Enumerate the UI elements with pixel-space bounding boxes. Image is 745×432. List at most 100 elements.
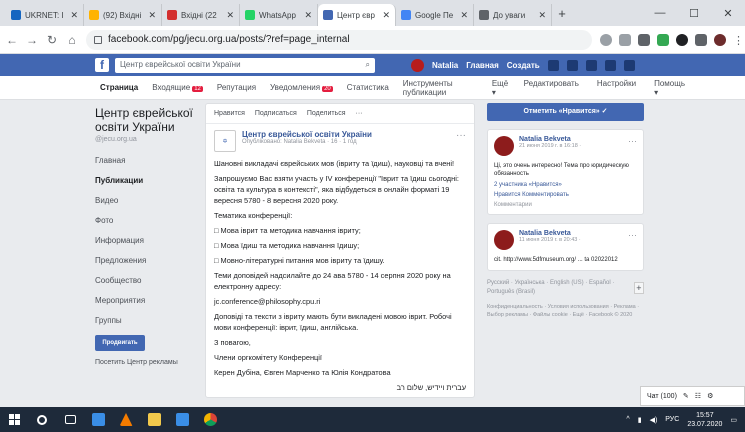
page-tab[interactable]: Уведомления 20 xyxy=(270,83,333,92)
network-icon[interactable]: ▮ xyxy=(638,416,642,424)
url-field[interactable]: facebook.com/pg/jecu.org.ua/posts/?ref=p… xyxy=(86,29,592,50)
close-tab-icon[interactable]: ✕ xyxy=(382,10,390,21)
card-author[interactable]: Natalia Bekveta xyxy=(519,136,581,143)
browser-tab[interactable]: Центр євр ✕ xyxy=(318,4,396,26)
user-name-link[interactable]: Natalia xyxy=(432,61,458,70)
search-icon[interactable]: ⌕ xyxy=(366,60,370,71)
add-language-button[interactable]: + xyxy=(633,282,644,294)
start-button[interactable] xyxy=(0,407,28,432)
promote-button[interactable]: Продвигать xyxy=(95,335,145,351)
sidebar-item[interactable]: Главная xyxy=(95,151,195,171)
browser-tab[interactable]: UKRNET: I ✕ xyxy=(6,4,84,26)
sidebar-item[interactable]: Видео xyxy=(95,191,195,211)
page-name[interactable]: Центр єврейської освіти України xyxy=(95,106,195,134)
sidebar-item[interactable]: Информация xyxy=(95,231,195,251)
close-window-button[interactable]: ✕ xyxy=(711,7,745,20)
chat-bar[interactable]: Чат (100) ✎ ☷ ⚙ xyxy=(640,386,745,406)
page-tab[interactable]: Инструменты публикации xyxy=(403,79,478,97)
page-tab[interactable]: Статистика xyxy=(347,83,389,92)
extension-icon[interactable] xyxy=(695,33,707,46)
close-tab-icon[interactable]: ✕ xyxy=(148,10,156,21)
card-author[interactable]: Natalia Bekveta xyxy=(519,230,581,237)
close-tab-icon[interactable]: ✕ xyxy=(226,10,234,21)
page-tab[interactable]: Ещё ▾ xyxy=(492,79,510,97)
minimize-button[interactable]: — xyxy=(643,7,677,19)
like-page-button[interactable]: Отметить «Нравится» ✓ xyxy=(487,103,644,121)
tray-arrow-icon[interactable]: ^ xyxy=(626,416,629,423)
post-author[interactable]: Центр єврейської освіти України xyxy=(242,130,372,139)
page-tab-right-link[interactable]: Редактировать xyxy=(524,79,579,97)
home-icon[interactable]: ⌂ xyxy=(66,33,78,47)
extension-icon[interactable] xyxy=(657,33,669,46)
notifications-icon[interactable] xyxy=(585,59,597,71)
card-likes[interactable]: 2 участника «Нравится» xyxy=(494,182,637,188)
fb-search-input[interactable]: Центр єврейської освіти України ⌕ xyxy=(115,57,375,73)
ad-center-link[interactable]: Посетить Центр рекламы xyxy=(95,359,195,366)
avatar[interactable] xyxy=(494,230,514,250)
card-options-icon[interactable]: ··· xyxy=(628,230,637,240)
menu-icon[interactable]: ⋮ xyxy=(733,34,744,47)
chrome-icon[interactable] xyxy=(196,407,224,432)
chat-compose-icon[interactable]: ✎ xyxy=(683,392,689,400)
maximize-button[interactable]: ☐ xyxy=(677,7,711,20)
close-tab-icon[interactable]: ✕ xyxy=(70,10,78,21)
close-tab-icon[interactable]: ✕ xyxy=(304,10,312,21)
vlc-icon[interactable] xyxy=(112,407,140,432)
back-icon[interactable]: ← xyxy=(6,33,18,47)
user-avatar[interactable] xyxy=(411,58,424,72)
clock[interactable]: 15:57 23.07.2020 xyxy=(687,411,722,429)
sidebar-item[interactable]: Фото xyxy=(95,211,195,231)
task-view-icon[interactable] xyxy=(56,407,84,432)
post-action-button[interactable]: Подписаться xyxy=(255,110,297,117)
page-handle[interactable]: @jecu.org.ua xyxy=(95,136,195,143)
new-tab-button[interactable]: + xyxy=(552,6,572,21)
close-tab-icon[interactable]: ✕ xyxy=(538,10,546,21)
notifications-center-icon[interactable]: ▭ xyxy=(730,416,737,424)
account-menu-icon[interactable] xyxy=(623,59,635,71)
language-list[interactable]: Русский · Українська · English (US) · Es… xyxy=(487,279,634,297)
card-comments[interactable]: Комментарии xyxy=(494,202,637,208)
keyboard-language[interactable]: РУС xyxy=(665,416,679,423)
facebook-logo-icon[interactable]: f xyxy=(95,58,109,72)
home-link[interactable]: Главная xyxy=(466,61,499,70)
page-tab[interactable]: Репутация xyxy=(217,83,256,92)
explorer-icon[interactable] xyxy=(140,407,168,432)
create-link[interactable]: Создать xyxy=(507,61,540,70)
browser-tab[interactable]: WhatsApp ✕ xyxy=(240,4,318,26)
reload-icon[interactable]: ↻ xyxy=(46,33,58,47)
page-tab[interactable]: Входящие 12 xyxy=(152,83,203,92)
extension-icon[interactable] xyxy=(638,33,650,46)
zoom-icon[interactable] xyxy=(600,33,612,46)
browser-tab[interactable]: (92) Вхідні ✕ xyxy=(84,4,162,26)
help-icon[interactable] xyxy=(604,59,616,71)
forward-icon[interactable]: → xyxy=(26,33,38,47)
post-options-icon[interactable]: ··· xyxy=(456,130,466,141)
messenger-icon[interactable] xyxy=(566,59,578,71)
browser-tab[interactable]: До уваги ✕ xyxy=(474,4,552,26)
sidebar-item[interactable]: Сообщество xyxy=(95,271,195,291)
page-tab-right-link[interactable]: Настройки xyxy=(597,79,636,97)
sidebar-item[interactable]: Группы xyxy=(95,311,195,331)
search-taskbar-icon[interactable] xyxy=(28,407,56,432)
page-tab-right-link[interactable]: Помощь ▾ xyxy=(654,79,685,97)
avatar[interactable] xyxy=(494,136,514,156)
card-actions[interactable]: Нравится Комментировать xyxy=(494,192,637,198)
volume-icon[interactable]: ◀) xyxy=(650,416,658,424)
app-icon[interactable] xyxy=(84,407,112,432)
browser-tab[interactable]: Вхідні (22 ✕ xyxy=(162,4,240,26)
browser-tab[interactable]: Google Пе ✕ xyxy=(396,4,474,26)
sidebar-item[interactable]: Публикации xyxy=(95,171,195,191)
chat-settings-icon[interactable]: ⚙ xyxy=(707,392,713,400)
page-tab[interactable]: Страница xyxy=(100,83,138,92)
sidebar-item[interactable]: Мероприятия xyxy=(95,291,195,311)
app-icon[interactable] xyxy=(168,407,196,432)
post-action-button[interactable]: ··· xyxy=(356,110,363,117)
sidebar-item[interactable]: Предложения xyxy=(95,251,195,271)
post-action-button[interactable]: Поделиться xyxy=(307,110,346,117)
page-avatar[interactable]: ✡ xyxy=(214,130,236,152)
profile-avatar[interactable] xyxy=(714,33,726,46)
star-icon[interactable] xyxy=(619,33,631,46)
post-action-button[interactable]: Нравится xyxy=(214,110,245,117)
chat-contacts-icon[interactable]: ☷ xyxy=(695,392,701,400)
close-tab-icon[interactable]: ✕ xyxy=(460,10,468,21)
